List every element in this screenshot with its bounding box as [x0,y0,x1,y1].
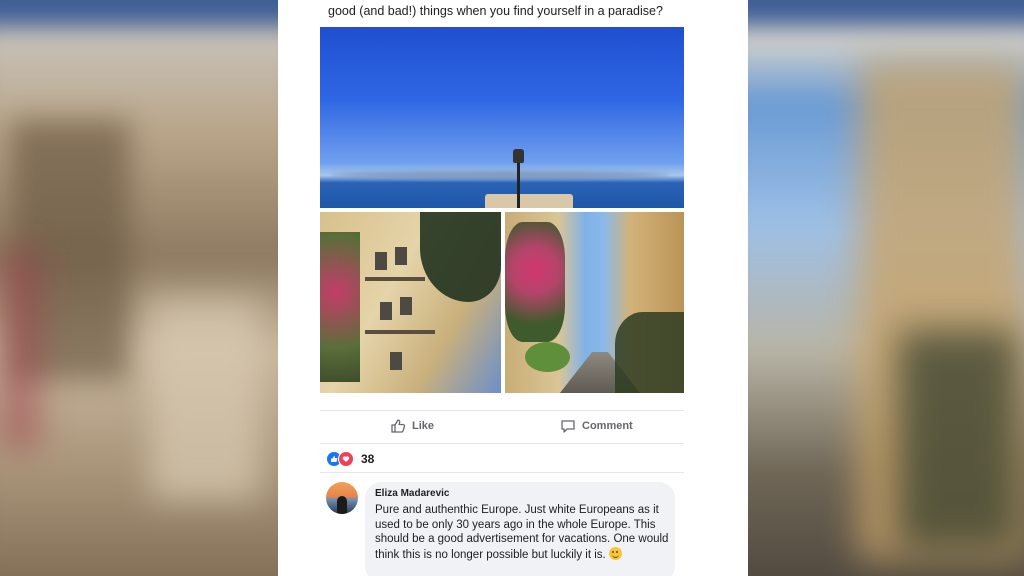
comment-author[interactable]: Eliza Madarevic [375,488,449,499]
love-icon [338,451,354,467]
like-label: Like [412,420,435,432]
reaction-count: 38 [361,452,375,466]
thumbs-up-icon [391,419,406,433]
post-text: good (and bad!) things when you find you… [328,4,663,18]
comment-label: Comment [582,420,633,432]
comment-button[interactable]: Comment [560,418,633,434]
facebook-post: good (and bad!) things when you find you… [278,0,748,576]
building-flowers-photo[interactable] [320,212,501,393]
comment-bubble-icon [561,420,575,433]
blurred-background-left [0,0,278,576]
avatar[interactable] [326,482,358,514]
reactions-summary[interactable]: 38 [326,451,374,467]
smile-emoji-icon [608,546,622,560]
like-button[interactable]: Like [390,418,434,434]
post-actions-bar: Like Comment [320,410,684,444]
blurred-background-right [748,0,1024,576]
divider [320,472,684,473]
street-flowers-photo[interactable] [505,212,684,393]
comment-text: Pure and authenthic Europe. Just white E… [375,504,669,561]
seaside-lamp-photo[interactable] [320,27,684,208]
comment-bubble: Eliza Madarevic Pure and authenthic Euro… [365,482,675,576]
